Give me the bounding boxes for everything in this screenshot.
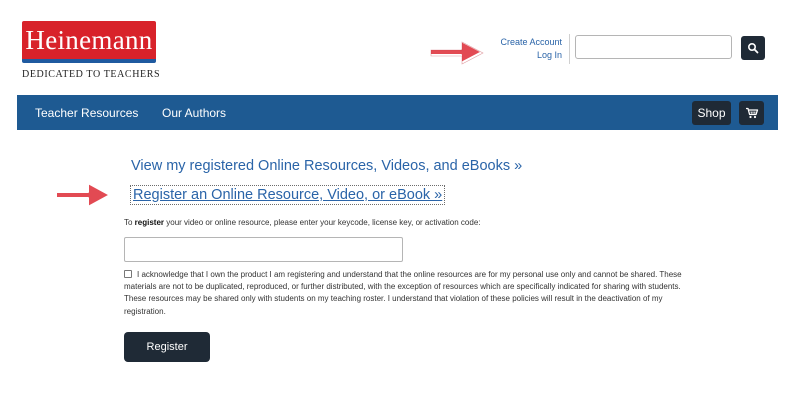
annotation-arrow-right-icon: [429, 40, 484, 65]
logo-wordmark: Heinemann: [25, 24, 153, 55]
cart-button[interactable]: [739, 101, 764, 125]
instruction-prefix: To: [124, 218, 135, 227]
account-links: Create Account Log In: [480, 36, 562, 62]
logo-badge: Heinemann: [22, 21, 156, 63]
header-divider: [569, 34, 570, 64]
acknowledgement-checkbox[interactable]: [124, 270, 132, 278]
search-button[interactable]: [741, 36, 765, 60]
view-registered-resources-link[interactable]: View my registered Online Resources, Vid…: [131, 158, 522, 174]
keycode-instruction: To register your video or online resourc…: [124, 218, 481, 227]
nav-item-our-authors[interactable]: Our Authors: [162, 95, 226, 130]
register-resource-link[interactable]: Register an Online Resource, Video, or e…: [130, 185, 446, 205]
log-in-link[interactable]: Log In: [480, 49, 562, 62]
acknowledgement-text: I acknowledge that I own the product I a…: [124, 270, 682, 316]
main-navbar: Teacher Resources Our Authors Shop: [17, 95, 778, 130]
create-account-link[interactable]: Create Account: [480, 36, 562, 49]
keycode-input[interactable]: [124, 237, 403, 262]
register-button[interactable]: Register: [124, 332, 210, 362]
instruction-emphasis: register: [134, 218, 165, 227]
instruction-suffix: your video or online resource, please en…: [164, 218, 481, 227]
search-icon: [747, 42, 759, 54]
annotation-arrow-right-icon: [55, 182, 111, 208]
cart-icon: [745, 107, 758, 119]
logo-tagline: Dedicated to Teachers: [22, 69, 161, 80]
search-input[interactable]: [575, 35, 732, 59]
heinemann-logo[interactable]: Heinemann Dedicated to Teachers: [22, 21, 161, 80]
nav-item-teacher-resources[interactable]: Teacher Resources: [35, 95, 138, 130]
shop-button[interactable]: Shop: [692, 101, 731, 125]
